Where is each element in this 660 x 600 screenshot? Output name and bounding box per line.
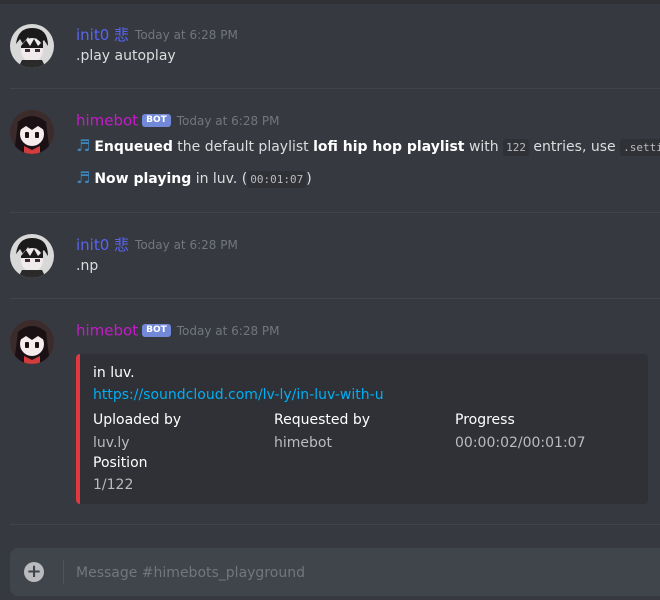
username[interactable]: init0 悲 [76, 236, 129, 254]
settings-command: .settin [620, 139, 660, 156]
message-init0-np: init0 悲 Today at 6:28 PM .np [0, 234, 660, 294]
user-avatar[interactable] [10, 24, 54, 68]
timestamp: Today at 6:28 PM [176, 323, 280, 338]
message-input[interactable] [74, 560, 638, 586]
text-segment: with [464, 139, 504, 155]
embed-title: in luv. [93, 365, 135, 381]
message-himebot-enqueued: himebot BOT Today at 6:28 PM ♬ Enqueued the… [0, 110, 660, 200]
playlist-name: lofi hip hop playlist [313, 139, 465, 155]
field-value-uploaded-by: luv.ly [93, 435, 130, 451]
username[interactable]: init0 悲 [76, 26, 129, 44]
message-himebot-nowplaying: himebot BOT Today at 6:28 PM [0, 320, 660, 364]
timestamp: Today at 6:28 PM [176, 113, 280, 128]
field-value-requested-by: himebot [274, 435, 332, 451]
bot-avatar[interactable] [10, 320, 54, 364]
username[interactable]: himebot [76, 112, 138, 130]
message-header: himebot BOT Today at 6:28 PM [76, 320, 280, 340]
field-value-position: 1/122 [93, 477, 134, 493]
enqueued-line: ♬ Enqueued the default playlist lofi hip … [76, 136, 660, 156]
divider [10, 524, 660, 525]
now-playing-embed: in luv. https://soundcloud.com/lv-ly/in-… [76, 354, 648, 504]
now-playing-line: ♬ Now playing in luv. (00:01:07) [76, 168, 312, 188]
musical-notes-icon: ♬ [76, 168, 91, 187]
timestamp: Today at 6:28 PM [135, 237, 238, 252]
field-name-position: Position [93, 455, 148, 471]
user-avatar[interactable] [10, 234, 54, 278]
message-text: .play autoplay [76, 48, 176, 64]
bot-avatar[interactable] [10, 110, 54, 154]
message-header: init0 悲 Today at 6:28 PM [76, 24, 238, 44]
message-header: himebot BOT Today at 6:28 PM [76, 110, 280, 130]
message-text: .np [76, 258, 99, 274]
composer-divider [63, 560, 64, 584]
bot-tag: BOT [142, 114, 171, 127]
text-segment: entries, use [528, 139, 621, 155]
text-segment: the default playlist [172, 139, 314, 155]
now-playing-label: Now playing [94, 171, 192, 187]
timestamp: Today at 6:28 PM [135, 27, 238, 42]
musical-notes-icon: ♬ [76, 136, 91, 155]
track-duration: 00:01:07 [247, 171, 307, 188]
message-composer: + [10, 548, 660, 596]
field-name-requested-by: Requested by [274, 412, 370, 428]
username[interactable]: himebot [76, 322, 138, 340]
message-header: init0 悲 Today at 6:28 PM [76, 234, 238, 254]
field-name-progress: Progress [455, 412, 515, 428]
text-segment: ) [306, 171, 312, 187]
divider [10, 88, 660, 89]
divider [10, 298, 660, 299]
message-init0-play: init0 悲 Today at 6:28 PM .play autoplay [0, 24, 660, 84]
embed-url-link[interactable]: https://soundcloud.com/lv-ly/in-luv-with… [93, 387, 384, 403]
field-name-uploaded-by: Uploaded by [93, 412, 182, 428]
text-segment: in luv. ( [191, 171, 248, 187]
top-strip [0, 0, 660, 4]
entry-count: 122 [503, 139, 529, 156]
add-plus-icon[interactable]: + [24, 562, 44, 582]
bot-tag: BOT [142, 324, 171, 337]
field-value-progress: 00:00:02/00:01:07 [455, 435, 586, 451]
enqueued-label: Enqueued [94, 139, 173, 155]
divider [10, 212, 660, 213]
